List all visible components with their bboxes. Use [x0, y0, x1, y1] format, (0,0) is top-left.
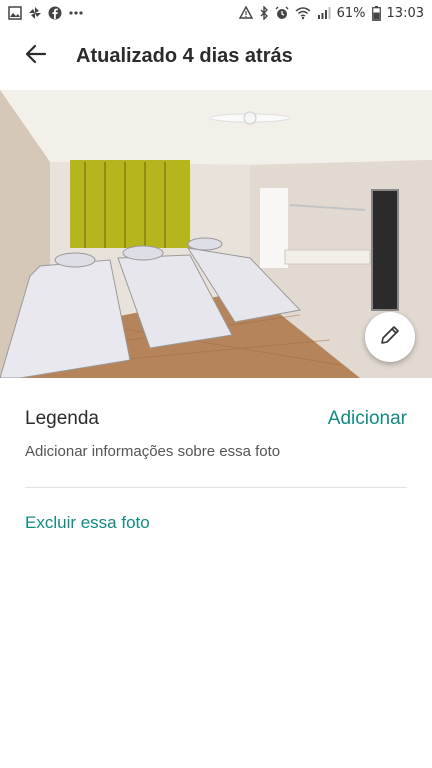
battery-icon: [371, 5, 381, 21]
caption-row: Legenda Adicionar: [25, 408, 407, 430]
caption-hint: Adicionar informações sobre essa foto: [25, 443, 281, 460]
add-caption-button[interactable]: Adicionar: [328, 408, 407, 430]
image-icon: [8, 6, 22, 20]
battery-percent: 61%: [336, 5, 366, 21]
warning-icon: [238, 6, 253, 20]
facebook-icon: [48, 6, 62, 20]
bluetooth-icon: [259, 6, 269, 20]
app-bar: Atualizado 4 dias atrás: [0, 26, 432, 86]
divider: [25, 487, 407, 488]
clock: 13:03: [386, 5, 424, 21]
more-dots-icon: [68, 6, 84, 20]
alarm-icon: [275, 6, 289, 20]
page-title: Atualizado 4 dias atrás: [76, 44, 293, 67]
delete-photo-button[interactable]: Excluir essa foto: [25, 513, 150, 533]
status-bar-left: [8, 6, 84, 20]
arrow-left-icon: [25, 43, 47, 70]
signal-icon: [317, 6, 331, 20]
caption-title: Legenda: [25, 408, 99, 429]
wifi-icon: [295, 6, 311, 20]
pinwheel-icon: [28, 6, 42, 20]
status-bar-right: 61% 13:03: [238, 5, 424, 21]
pencil-icon: [379, 324, 401, 351]
back-button[interactable]: [8, 28, 64, 84]
status-bar: 61% 13:03: [0, 0, 432, 26]
edit-photo-button[interactable]: [365, 312, 415, 362]
